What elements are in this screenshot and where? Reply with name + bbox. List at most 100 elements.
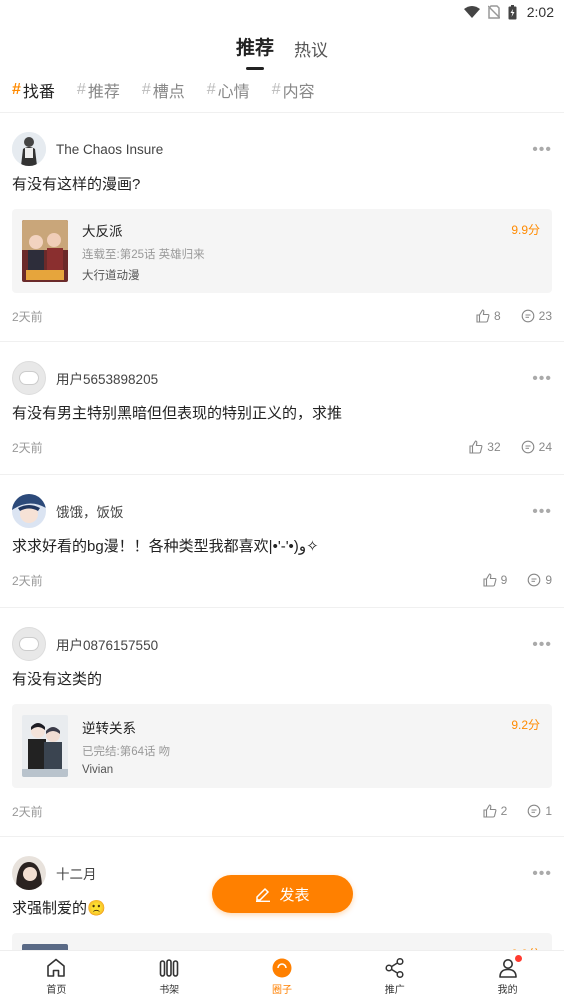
book-info: 大反派 连载至:第25话 英雄归来 大行道动漫 bbox=[82, 220, 205, 283]
thumbs-up-icon bbox=[469, 440, 483, 454]
thumbs-up-icon bbox=[476, 309, 490, 323]
like-count: 32 bbox=[487, 440, 501, 454]
tag-label: 推荐 bbox=[87, 84, 120, 101]
more-options-icon[interactable]: ••• bbox=[532, 370, 552, 388]
tag-mood[interactable]: # 心情 bbox=[207, 78, 250, 102]
username[interactable]: 用户0876157550 bbox=[56, 634, 158, 654]
tag-label: 内容 bbox=[282, 84, 315, 101]
book-progress: 连载至:第25话 英雄归来 bbox=[82, 248, 205, 261]
nav-circle[interactable]: 圈子 bbox=[252, 957, 312, 996]
comment-button[interactable]: 1 bbox=[527, 804, 552, 818]
username[interactable]: The Chaos Insure bbox=[56, 142, 163, 157]
comment-icon bbox=[527, 573, 541, 587]
post-stats: 8 23 bbox=[476, 309, 552, 323]
post-card[interactable]: 饿饿，饭饭 ••• 求求好看的bg漫！！各种类型我都喜欢|•'-'•)و✧ 2天… bbox=[0, 474, 564, 607]
post-feed: The Chaos Insure ••• 有没有这样的漫画? 大反派 连载至:第… bbox=[0, 112, 564, 1002]
post-footer: 2天前 32 24 bbox=[12, 424, 552, 470]
nav-label: 推广 bbox=[384, 985, 405, 996]
book-progress: 已完结:第64话 吻 bbox=[82, 745, 171, 758]
tag-label: 找番 bbox=[22, 84, 55, 101]
publish-label: 发表 bbox=[279, 886, 310, 904]
tag-complaints[interactable]: # 槽点 bbox=[142, 78, 185, 102]
username[interactable]: 饿饿，饭饭 bbox=[56, 501, 124, 521]
tag-filter-row: # 找番 # 推荐 # 槽点 # 心情 # 内容 bbox=[12, 78, 315, 102]
bookshelf-icon bbox=[159, 959, 179, 977]
avatar[interactable] bbox=[12, 361, 46, 395]
comment-button[interactable]: 24 bbox=[521, 440, 552, 454]
home-icon bbox=[47, 958, 66, 977]
tag-find-anime[interactable]: # 找番 bbox=[12, 78, 55, 102]
more-options-icon[interactable]: ••• bbox=[532, 141, 552, 159]
status-time: 2:02 bbox=[526, 4, 554, 20]
publish-button[interactable]: 发表 bbox=[212, 875, 353, 913]
comment-button[interactable]: 9 bbox=[527, 573, 552, 587]
post-time: 2天前 bbox=[12, 573, 43, 588]
like-button[interactable]: 9 bbox=[483, 573, 508, 587]
battery-icon bbox=[508, 4, 517, 20]
comment-button[interactable]: 23 bbox=[521, 309, 552, 323]
circle-icon bbox=[272, 958, 292, 978]
tag-label: 槽点 bbox=[152, 84, 185, 101]
top-tabs: 推荐 热议 bbox=[0, 28, 564, 68]
nav-home[interactable]: 首页 bbox=[26, 957, 86, 996]
book-author: 大行道动漫 bbox=[82, 269, 140, 282]
comment-count: 23 bbox=[538, 309, 552, 323]
hash-icon: # bbox=[206, 81, 216, 98]
nav-label: 圈子 bbox=[271, 985, 292, 996]
book-score: 9.9分 bbox=[511, 223, 540, 237]
like-button[interactable]: 32 bbox=[469, 440, 501, 454]
post-time: 2天前 bbox=[12, 440, 43, 455]
post-card[interactable]: The Chaos Insure ••• 有没有这样的漫画? 大反派 连载至:第… bbox=[0, 112, 564, 341]
more-options-icon[interactable]: ••• bbox=[532, 865, 552, 883]
book-score: 9.2分 bbox=[511, 718, 540, 732]
tag-recommend[interactable]: # 推荐 bbox=[77, 78, 120, 102]
post-footer: 2天前 8 23 bbox=[12, 293, 552, 339]
post-card[interactable]: 用户5653898205 ••• 有没有男主特别黑暗但但表现的特别正义的，求推 … bbox=[0, 341, 564, 474]
post-card[interactable]: 用户0876157550 ••• 有没有这类的 逆转关系 已完结:第64话 吻 … bbox=[0, 607, 564, 836]
comment-count: 24 bbox=[538, 440, 552, 454]
comment-icon bbox=[527, 804, 541, 818]
share-icon bbox=[385, 957, 404, 979]
hash-icon: # bbox=[141, 81, 151, 98]
comment-icon bbox=[521, 440, 534, 454]
thumbs-up-icon bbox=[483, 804, 497, 818]
post-footer: 2天前 2 1 bbox=[12, 788, 552, 834]
post-stats: 2 1 bbox=[483, 804, 552, 818]
like-count: 8 bbox=[493, 309, 501, 323]
nav-label: 首页 bbox=[46, 985, 67, 996]
more-options-icon[interactable]: ••• bbox=[532, 503, 552, 521]
post-time: 2天前 bbox=[12, 804, 43, 819]
post-stats: 9 9 bbox=[483, 573, 552, 587]
avatar[interactable] bbox=[12, 132, 46, 166]
comment-icon bbox=[521, 309, 534, 323]
like-count: 9 bbox=[500, 573, 508, 587]
avatar[interactable] bbox=[12, 856, 46, 890]
comment-count: 1 bbox=[545, 804, 552, 818]
book-title: 逆转关系 bbox=[82, 720, 136, 736]
book-card[interactable]: 大反派 连载至:第25话 英雄归来 大行道动漫 9.9分 bbox=[12, 209, 552, 293]
username[interactable]: 用户5653898205 bbox=[56, 368, 158, 388]
post-time: 2天前 bbox=[12, 309, 43, 324]
tag-content[interactable]: # 内容 bbox=[272, 78, 315, 102]
username[interactable]: 十二月 bbox=[56, 863, 97, 883]
like-button[interactable]: 8 bbox=[476, 309, 501, 323]
book-author: Vivian bbox=[82, 763, 114, 776]
tab-hot-discussion[interactable]: 热议 bbox=[294, 28, 328, 61]
wifi-icon bbox=[463, 5, 480, 19]
more-options-icon[interactable]: ••• bbox=[532, 636, 552, 654]
like-button[interactable]: 2 bbox=[483, 804, 507, 818]
thumbs-up-icon bbox=[483, 573, 497, 587]
avatar[interactable] bbox=[12, 494, 46, 528]
book-cover bbox=[22, 715, 68, 777]
status-bar: 2:02 bbox=[0, 0, 564, 24]
book-card[interactable]: 逆转关系 已完结:第64话 吻 Vivian 9.2分 bbox=[12, 704, 552, 788]
hash-icon: # bbox=[76, 81, 86, 98]
tab-recommend[interactable]: 推荐 bbox=[236, 28, 274, 60]
nav-promote[interactable]: 推广 bbox=[365, 957, 425, 996]
avatar[interactable] bbox=[12, 627, 46, 661]
post-text: 求求好看的bg漫！！各种类型我都喜欢|•'-'•)و✧ bbox=[12, 538, 319, 555]
nav-mine[interactable]: 我的 bbox=[478, 955, 538, 996]
nav-bookshelf[interactable]: 书架 bbox=[139, 957, 199, 996]
post-footer: 2天前 9 9 bbox=[12, 557, 552, 603]
notification-badge bbox=[514, 955, 522, 962]
